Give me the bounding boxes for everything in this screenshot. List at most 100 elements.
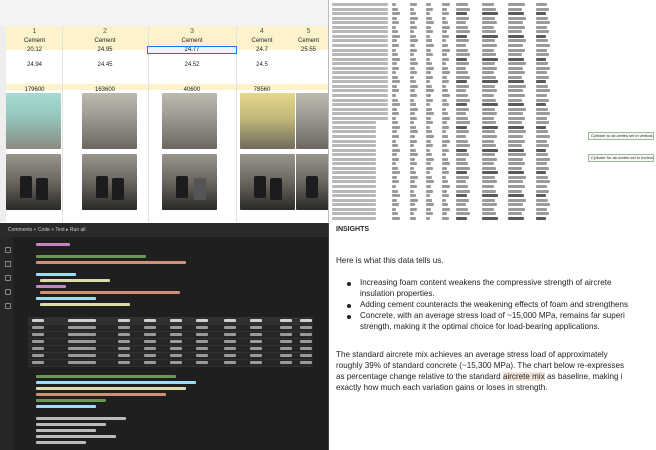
output-cell [250,333,262,336]
data-row [330,34,656,39]
row-value [442,30,447,34]
value-cell[interactable]: 24.5 [236,62,288,68]
row-value [456,185,468,188]
value-cell[interactable]: 24.52 [148,62,236,68]
notebook-toolbar[interactable]: Comments + Code + Text ▸ Run all [0,223,328,237]
row-value [482,71,494,75]
row-value [410,94,417,97]
material-cell[interactable]: Cement [236,38,288,44]
cylinder-sample [20,176,32,198]
row-value [456,207,468,211]
material-cell[interactable]: Cement [6,38,63,44]
row-value [482,198,495,202]
row-label [332,84,388,88]
row-value [508,21,523,25]
data-row [330,171,656,175]
row-value [410,12,416,16]
search-icon[interactable] [5,261,11,267]
value-cell[interactable]: 24.45 [62,62,148,68]
row-value [392,43,399,47]
code-line [40,303,130,306]
row-value [508,12,524,16]
row-value [536,112,550,116]
row-value [456,116,468,120]
row-value [442,207,450,211]
row-value [456,71,468,75]
menu-icon[interactable] [5,247,11,253]
row-label [332,185,376,188]
row-value [482,203,497,207]
column-header[interactable]: 1 [6,28,63,38]
row-value [482,125,498,129]
value-cell[interactable]: 24.95 [62,47,148,53]
row-value [456,139,468,143]
row-value [456,98,470,102]
row-value [536,148,546,152]
row-value [442,94,450,97]
row-value [536,185,547,188]
material-cell[interactable]: Cement [288,38,328,44]
output-cell [280,340,292,343]
row-value [426,53,433,57]
key-icon[interactable] [5,289,11,295]
column-header[interactable]: 5 [288,28,328,38]
row-value [536,203,550,207]
row-value [508,139,525,143]
insights-panel: INSIGHTS Here is what this data tells us… [330,223,656,450]
row-value [442,12,449,16]
value-cell[interactable]: 20.12 [6,47,63,53]
row-value [456,84,469,88]
output-cell [224,361,236,364]
output-cell [250,340,262,343]
material-cell[interactable]: Cement [62,38,148,44]
row-value [442,107,446,111]
row-value [426,30,433,34]
row-value [410,121,414,125]
code-icon[interactable] [5,275,11,281]
row-value [410,21,415,25]
row-value [456,112,466,116]
value-cell[interactable]: 24.94 [6,62,63,68]
output-cell [250,361,262,364]
row-value [392,71,396,75]
row-value [456,80,467,84]
row-value [536,7,549,11]
row-label [332,203,376,207]
code-line [36,435,116,438]
value-cell[interactable]: 25.55 [288,47,328,53]
selected-cell[interactable]: 24.77 [147,46,237,54]
row-value [456,30,470,34]
row-value [442,48,450,52]
column-header[interactable]: 3 [148,28,236,38]
output-cell [300,340,312,343]
data-row [330,216,656,221]
row-value [456,103,467,107]
row-value [536,194,546,198]
row-value [410,125,416,129]
row-value [508,66,523,70]
row-value [508,57,524,61]
value-cell[interactable]: 24.7 [236,47,288,53]
row-value [508,162,525,166]
row-value [410,75,414,79]
row-value [392,107,397,111]
folder-icon[interactable] [5,303,11,309]
output-cell [170,326,182,329]
code-line [36,405,96,408]
column-header[interactable]: 2 [62,28,148,38]
row-value [482,57,498,61]
row-label [332,21,388,25]
row-value [456,7,470,11]
row-value [536,30,549,34]
row-value [508,43,523,47]
row-value [410,112,415,116]
row-value [426,66,434,70]
code-line [36,261,186,264]
row-value [410,7,414,11]
material-cell[interactable]: Cement [148,38,236,44]
output-cell [280,354,292,357]
row-value [442,57,449,61]
column-header[interactable]: 4 [236,28,288,38]
row-value [482,194,498,198]
row-value [442,198,446,202]
